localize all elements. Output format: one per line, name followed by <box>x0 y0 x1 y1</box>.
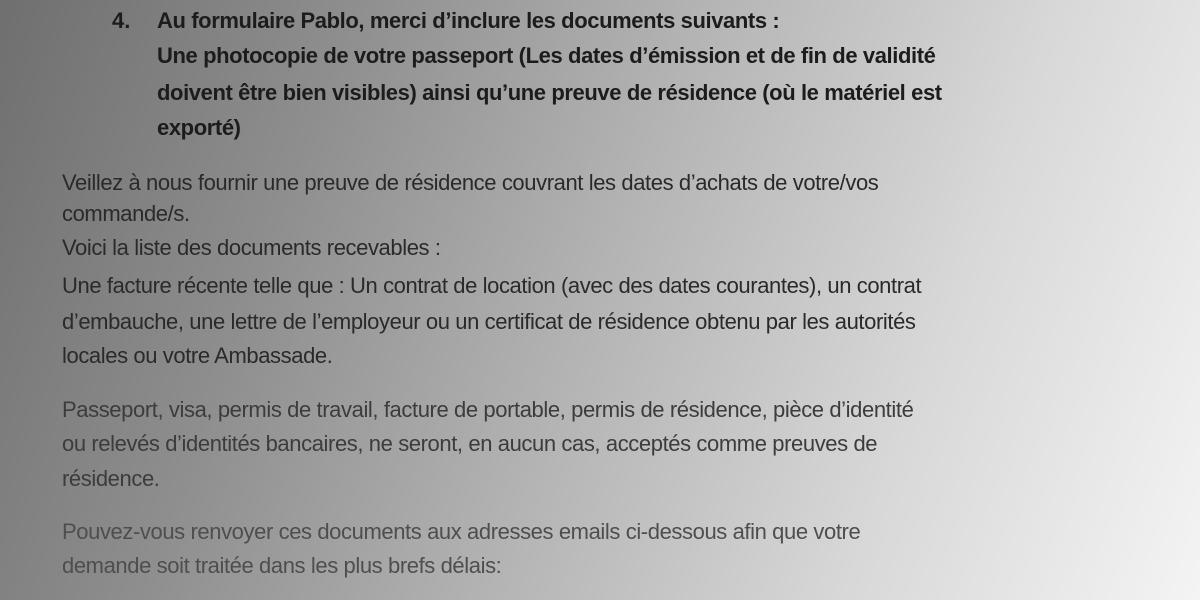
paragraph-line: Veillez à nous fournir une preuve de rés… <box>62 170 879 195</box>
paragraph-line: ou relevés d’identités bancaires, ne ser… <box>62 431 878 456</box>
paragraph-line: résidence. <box>62 466 160 491</box>
paragraph-line: Une facture récente telle que : Un contr… <box>62 273 922 298</box>
item-heading: Au formulaire Pablo, merci d’inclure les… <box>157 8 780 33</box>
item-line: doivent être bien visibles) ainsi qu’une… <box>157 80 942 105</box>
paragraph-line: d’embauche, une lettre de l’employeur ou… <box>62 309 916 334</box>
paragraph-line: Voici la liste des documents recevables … <box>62 235 441 260</box>
paragraph-line: locales ou votre Ambassade. <box>62 343 333 368</box>
paragraph-line: Passeport, visa, permis de travail, fact… <box>62 397 914 422</box>
paragraph-line: demande soit traitée dans les plus brefs… <box>62 553 502 578</box>
paragraph-line: commande/s. <box>62 201 190 226</box>
item-line: exporté) <box>157 115 241 140</box>
paragraph-line: Pouvez-vous renvoyer ces documents aux a… <box>62 519 861 544</box>
item-line: Une photocopie de votre passeport (Les d… <box>157 43 936 68</box>
list-number: 4. <box>112 8 131 33</box>
